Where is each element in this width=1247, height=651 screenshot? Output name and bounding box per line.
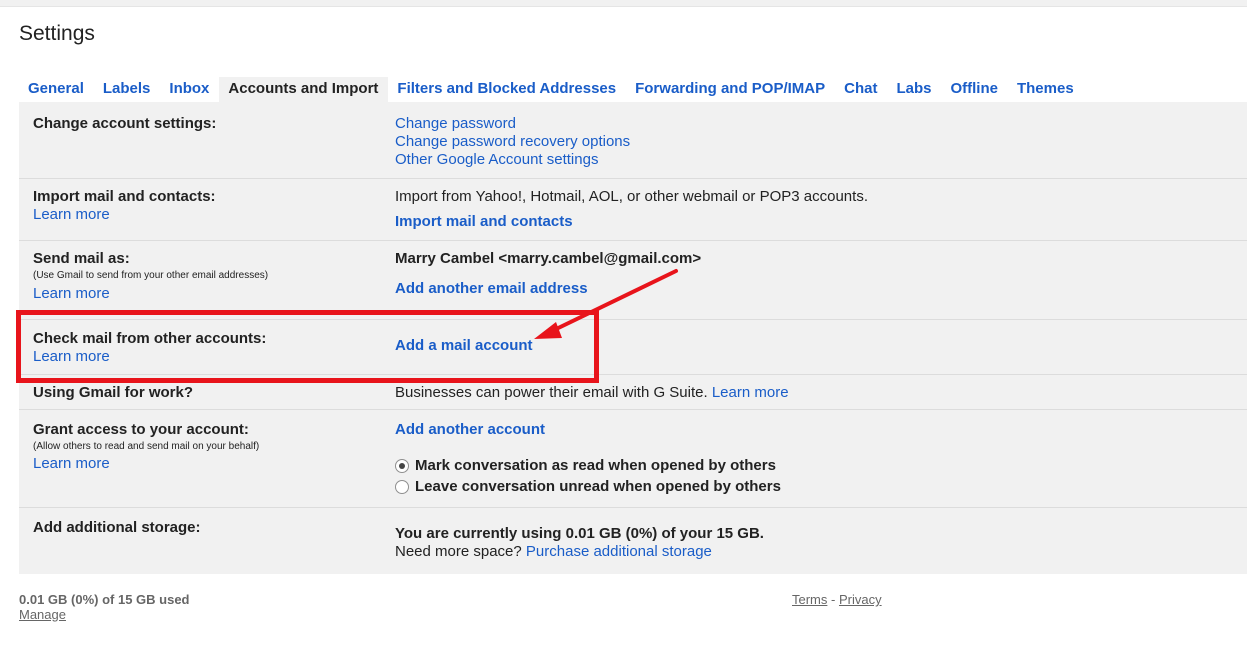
mark-read-label: Mark conversation as read when opened by…: [415, 457, 776, 474]
row-subtitle: (Use Gmail to send from your other email…: [33, 270, 269, 281]
gsuite-description: Businesses can power their email with G …: [395, 384, 708, 401]
tab-general[interactable]: General: [19, 77, 94, 102]
terms-link[interactable]: Terms: [792, 592, 827, 607]
row-title: Grant access to your account:: [33, 421, 249, 438]
page-title: Settings: [19, 22, 95, 45]
leave-unread-option[interactable]: Leave conversation unread when opened by…: [395, 476, 1235, 497]
import-learn-more-link[interactable]: Learn more: [33, 206, 373, 224]
tab-themes[interactable]: Themes: [1008, 77, 1084, 102]
footer-usage: 0.01 GB (0%) of 15 GB used: [19, 592, 190, 607]
leave-unread-label: Leave conversation unread when opened by…: [415, 478, 781, 495]
row-title: Add additional storage:: [33, 519, 201, 536]
settings-tabs: General Labels Inbox Accounts and Import…: [19, 77, 1084, 102]
row-change-account: Change account settings: Change password…: [19, 102, 1247, 179]
tab-labels[interactable]: Labels: [94, 77, 161, 102]
mark-read-option[interactable]: Mark conversation as read when opened by…: [395, 455, 1235, 476]
tab-labs[interactable]: Labs: [887, 77, 941, 102]
row-send-mail-as: Send mail as: (Use Gmail to send from yo…: [19, 241, 1247, 320]
grant-learn-more-link[interactable]: Learn more: [33, 455, 373, 473]
radio-button[interactable]: [395, 479, 409, 494]
radio-button-checked[interactable]: [395, 458, 409, 473]
google-account-settings-link[interactable]: Other Google Account settings: [395, 151, 1235, 169]
add-another-account-link[interactable]: Add another account: [395, 421, 1235, 439]
row-title: Send mail as:: [33, 250, 130, 267]
send-as-address: Marry Cambel <marry.cambel@gmail.com>: [395, 250, 702, 267]
recovery-options-link[interactable]: Change password recovery options: [395, 133, 1235, 151]
import-mail-contacts-link[interactable]: Import mail and contacts: [395, 213, 1235, 231]
footer-separator: -: [831, 592, 836, 607]
row-storage: Add additional storage: You are currentl…: [19, 508, 1247, 574]
gsuite-line: Businesses can power their email with G …: [395, 384, 1235, 402]
top-strip: [0, 0, 1247, 7]
row-title: Change account settings:: [33, 115, 217, 132]
tab-offline[interactable]: Offline: [941, 77, 1008, 102]
tab-accounts-and-import[interactable]: Accounts and Import: [219, 77, 389, 102]
import-description: Import from Yahoo!, Hotmail, AOL, or oth…: [395, 188, 868, 205]
privacy-link[interactable]: Privacy: [839, 592, 882, 607]
manage-storage-link[interactable]: Manage: [19, 607, 190, 622]
tab-filters[interactable]: Filters and Blocked Addresses: [388, 77, 626, 102]
add-email-address-link[interactable]: Add another email address: [395, 280, 1235, 298]
annotation-highlight-box: [16, 310, 599, 383]
change-password-link[interactable]: Change password: [395, 115, 1235, 133]
footer-storage: 0.01 GB (0%) of 15 GB used Manage: [19, 592, 190, 622]
row-subtitle: (Allow others to read and send mail on y…: [33, 441, 260, 452]
tab-chat[interactable]: Chat: [835, 77, 887, 102]
purchase-storage-link[interactable]: Purchase additional storage: [526, 543, 712, 560]
row-import-mail: Import mail and contacts: Learn more Imp…: [19, 179, 1247, 241]
need-more-space: Need more space?: [395, 543, 522, 560]
gsuite-learn-more-link[interactable]: Learn more: [712, 384, 789, 401]
row-title: Import mail and contacts:: [33, 188, 216, 205]
tab-inbox[interactable]: Inbox: [160, 77, 219, 102]
row-title: Using Gmail for work?: [33, 384, 194, 401]
storage-usage: You are currently using 0.01 GB (0%) of …: [395, 525, 764, 542]
tab-forwarding[interactable]: Forwarding and POP/IMAP: [626, 77, 835, 102]
storage-line: Need more space? Purchase additional sto…: [395, 543, 1235, 561]
row-grant-access: Grant access to your account: (Allow oth…: [19, 410, 1247, 508]
send-as-learn-more-link[interactable]: Learn more: [33, 285, 373, 303]
footer-links: Terms - Privacy: [792, 592, 882, 607]
